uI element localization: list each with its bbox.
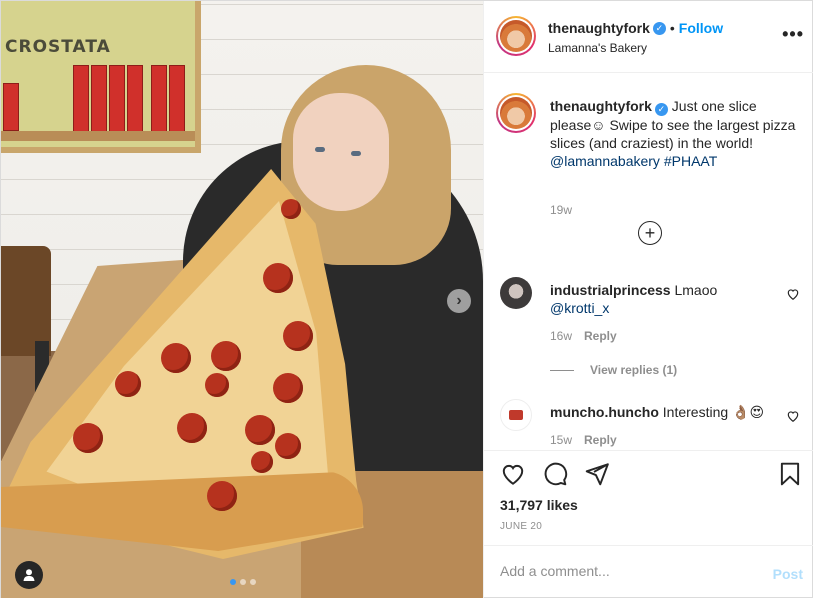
- reply-button[interactable]: Reply: [584, 433, 617, 447]
- verified-icon: ✓: [654, 103, 668, 116]
- author-avatar[interactable]: [496, 16, 536, 56]
- caption-mention[interactable]: @lamannabakery: [550, 153, 660, 169]
- carousel-indicator: [230, 579, 256, 585]
- add-comment-form: Post: [484, 545, 813, 598]
- comment-text: Interesting 👌🏽😍: [662, 404, 765, 420]
- heart-icon[interactable]: [500, 461, 526, 487]
- comments-section[interactable]: thenaughtyfork ✓ Just one slice please☺ S…: [484, 73, 813, 450]
- comment-meta: 16w Reply: [550, 329, 617, 343]
- comment-text: Lmaoo: [674, 282, 718, 298]
- author-username[interactable]: thenaughtyfork: [548, 20, 650, 36]
- comment-time[interactable]: 15w: [550, 433, 572, 447]
- commenter-avatar[interactable]: [500, 277, 532, 309]
- view-replies-line: [550, 369, 574, 371]
- poster-text: CROSTATA: [5, 37, 111, 57]
- post-photo[interactable]: CROSTATA ›: [1, 1, 483, 598]
- post-header: thenaughtyfork ✓ • Follow Lamanna's Bake…: [484, 1, 813, 73]
- comment-username[interactable]: industrialprincess: [550, 282, 671, 298]
- carousel-dot: [250, 579, 256, 585]
- post-comment-button[interactable]: Post: [773, 566, 803, 582]
- view-replies-button[interactable]: View replies (1): [550, 363, 677, 377]
- post-dialog: CROSTATA › thenaughtyfork ✓ • Follow Lam…: [0, 0, 813, 598]
- carousel-dot: [240, 579, 246, 585]
- heart-icon[interactable]: [786, 287, 800, 301]
- comment-username[interactable]: muncho.huncho: [550, 404, 659, 420]
- comment-icon[interactable]: [542, 461, 568, 487]
- comment-time[interactable]: 16w: [550, 329, 572, 343]
- carousel-dot: [230, 579, 236, 585]
- caption-username[interactable]: thenaughtyfork: [550, 98, 652, 114]
- commenter-avatar[interactable]: [500, 399, 532, 431]
- share-icon[interactable]: [584, 461, 610, 487]
- post-panel: thenaughtyfork ✓ • Follow Lamanna's Bake…: [483, 1, 813, 598]
- bookmark-icon[interactable]: [777, 461, 803, 487]
- chevron-right-icon: ›: [456, 292, 462, 309]
- comment-mention[interactable]: @krotti_x: [550, 300, 609, 316]
- comment-input[interactable]: [500, 563, 750, 579]
- comment-text-block: industrialprincess Lmaoo @krotti_x: [550, 281, 770, 317]
- user-tag-icon: [23, 569, 35, 581]
- photo-poster: CROSTATA: [1, 1, 201, 153]
- caption-time[interactable]: 19w: [550, 203, 572, 217]
- view-replies-label: View replies (1): [590, 363, 678, 377]
- comment-text-block: muncho.huncho Interesting 👌🏽😍: [550, 403, 770, 421]
- caption-avatar[interactable]: [496, 93, 536, 133]
- plus-circle-icon[interactable]: +: [638, 221, 662, 245]
- next-slide-button[interactable]: ›: [447, 289, 471, 313]
- caption-text-block: thenaughtyfork ✓ Just one slice please☺ S…: [550, 97, 800, 170]
- user-tag-button[interactable]: [15, 561, 43, 589]
- action-icons: [500, 461, 610, 487]
- likes-count[interactable]: 31,797 likes: [500, 497, 578, 513]
- post-location[interactable]: Lamanna's Bakery: [548, 41, 647, 55]
- verified-icon: ✓: [652, 21, 666, 35]
- reply-button[interactable]: Reply: [584, 329, 617, 343]
- follow-button[interactable]: Follow: [679, 20, 723, 36]
- post-actions: 31,797 likes JUNE 20: [484, 450, 813, 532]
- caption-hashtag[interactable]: #PHAAT: [664, 153, 717, 169]
- more-icon[interactable]: •••: [782, 25, 804, 43]
- photo-chair: [1, 246, 51, 356]
- heart-icon[interactable]: [786, 409, 800, 423]
- comment-meta: 15w Reply: [550, 433, 617, 447]
- post-date[interactable]: JUNE 20: [500, 521, 542, 532]
- author-row: thenaughtyfork ✓ • Follow: [548, 20, 723, 36]
- header-separator: •: [669, 20, 675, 36]
